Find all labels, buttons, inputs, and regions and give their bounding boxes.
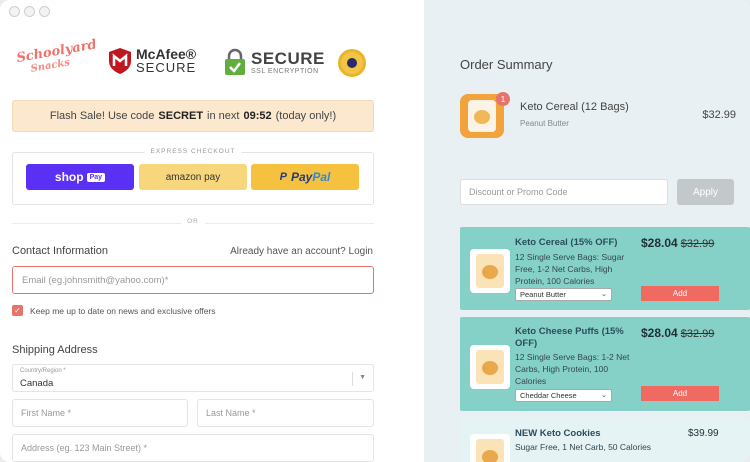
flash-prefix: Flash Sale! Use code xyxy=(49,110,155,122)
order-summary-title: Order Summary xyxy=(460,57,553,72)
newsletter-row: ✓ Keep me up to date on news and exclusi… xyxy=(12,305,216,316)
upsell-description: Sugar Free, 1 Net Carb, 50 Calories xyxy=(515,442,652,452)
upsell-product-image xyxy=(470,249,510,293)
first-name-input[interactable]: First Name * xyxy=(12,399,188,427)
quantity-badge: 1 xyxy=(496,92,510,106)
paypal-button[interactable]: P Pay Pal xyxy=(251,164,359,190)
amazon-pay-text: amazon pay xyxy=(165,171,221,183)
checkout-form-panel: Schoolyard Snacks McAfee® SECURE SECURE … xyxy=(0,0,424,462)
upsell-sale-price: $28.04 xyxy=(641,236,678,250)
mcafee-shield-icon xyxy=(109,48,131,74)
order-summary-panel: Order Summary 1 Keto Cereal (12 Bags) Pe… xyxy=(424,0,750,462)
upsell-sale-price: $28.04 xyxy=(641,326,678,340)
chevron-down-icon: ⌄ xyxy=(601,291,607,298)
select-separator xyxy=(352,372,353,386)
chevron-down-icon: ▼ xyxy=(359,374,366,381)
upsell-price: $28.04 $32.99 xyxy=(641,236,714,250)
express-checkout: EXPRESS CHECKOUT shop Pay amazon pay P P… xyxy=(12,148,374,205)
shop-pay-button[interactable]: shop Pay xyxy=(26,164,134,190)
upsell-add-button[interactable]: Add xyxy=(641,286,719,301)
upsell-variant-value: Cheddar Cheese xyxy=(520,391,577,400)
last-name-input[interactable]: Last Name * xyxy=(197,399,374,427)
browser-window: Schoolyard Snacks McAfee® SECURE SECURE … xyxy=(0,0,750,462)
cart-item-price: $32.99 xyxy=(702,109,736,121)
chevron-down-icon: ⌄ xyxy=(601,392,607,399)
contact-information-title: Contact Information xyxy=(12,245,108,257)
upsell-product-image xyxy=(470,434,510,462)
mcafee-secure-badge: McAfee® SECURE xyxy=(108,47,196,75)
paypal-text-pay: Pay xyxy=(290,170,313,184)
guarantee-seal-icon xyxy=(338,49,366,77)
upsell-card: Keto Cereal (15% OFF) 12 Single Serve Ba… xyxy=(460,227,750,310)
mcafee-secure-text: SECURE xyxy=(136,60,197,75)
upsell-name: NEW Keto Cookies xyxy=(515,428,601,439)
country-select[interactable]: Country/Region * Canada ▼ xyxy=(12,364,374,392)
newsletter-checkbox[interactable]: ✓ xyxy=(12,305,23,316)
cart-item: 1 Keto Cereal (12 Bags) Peanut Butter $3… xyxy=(460,92,736,138)
upsell-variant-value: Peanut Butter xyxy=(520,290,566,299)
upsell-old-price: $32.99 xyxy=(680,328,715,340)
apply-button[interactable]: Apply xyxy=(677,179,734,205)
upsell-name: Keto Cheese Puffs (15% OFF) xyxy=(515,326,624,349)
upsell-price: $39.99 xyxy=(688,428,719,439)
flash-sale-banner: Flash Sale! Use code SECRET in next 09:5… xyxy=(12,100,374,132)
cart-item-name: Keto Cereal (12 Bags) xyxy=(520,101,629,113)
flash-middle: in next xyxy=(207,110,240,122)
country-value: Canada xyxy=(20,378,54,389)
login-link[interactable]: Already have an account? Login xyxy=(230,246,373,257)
secure-text: SECURE xyxy=(251,48,325,68)
upsell-price: $28.04 $32.99 xyxy=(641,326,714,340)
or-text: OR xyxy=(181,218,205,225)
paypal-text-pal: Pal xyxy=(312,170,331,184)
address-input[interactable]: Address (eg. 123 Main Street) * xyxy=(12,434,374,462)
cart-item-variant: Peanut Butter xyxy=(520,119,569,128)
express-checkout-label: EXPRESS CHECKOUT xyxy=(144,148,242,155)
upsell-variant-select[interactable]: Peanut Butter ⌄ xyxy=(515,288,612,301)
ssl-encryption-text: SSL ENCRYPTION xyxy=(251,67,319,75)
maximize-dot[interactable] xyxy=(39,6,50,17)
schoolyard-snacks-logo[interactable]: Schoolyard Snacks xyxy=(15,37,97,86)
upsell-description: 12 Single Serve Bags: Sugar Free, 1-2 Ne… xyxy=(515,252,625,286)
shop-pay-tag: Pay xyxy=(86,172,106,182)
upsell-product-image xyxy=(470,345,510,389)
upsell-old-price: $32.99 xyxy=(680,238,715,250)
flash-suffix: (today only!) xyxy=(275,110,337,122)
lock-check-icon xyxy=(225,48,245,75)
upsell-card: Keto Cheese Puffs (15% OFF) 12 Single Se… xyxy=(460,317,750,411)
close-dot[interactable] xyxy=(9,6,20,17)
email-input[interactable]: Email (eg.johnsmith@yahoo.com)* xyxy=(12,266,374,294)
window-controls xyxy=(9,6,50,17)
paypal-logo-icon: P xyxy=(279,171,287,183)
upsell-name: Keto Cereal (15% OFF) xyxy=(515,237,618,248)
shop-pay-text: shop xyxy=(54,170,84,184)
country-label: Country/Region * xyxy=(20,368,66,374)
upsell-card: NEW Keto Cookies Sugar Free, 1 Net Carb,… xyxy=(460,418,750,462)
ssl-secure-badge: SECURE SSL ENCRYPTION xyxy=(224,48,325,76)
newsletter-label: Keep me up to date on news and exclusive… xyxy=(30,305,216,316)
amazon-pay-button[interactable]: amazon pay xyxy=(139,164,247,190)
upsell-description: 12 Single Serve Bags: 1-2 Net Carbs, Hig… xyxy=(515,352,630,386)
discount-code-input[interactable]: Discount or Promo Code xyxy=(460,179,668,205)
upsell-add-button[interactable]: Add xyxy=(641,386,719,401)
upsell-variant-select[interactable]: Cheddar Cheese ⌄ xyxy=(515,389,612,402)
trust-logos: Schoolyard Snacks McAfee® SECURE SECURE … xyxy=(12,37,374,88)
minimize-dot[interactable] xyxy=(24,6,35,17)
shipping-address-title: Shipping Address xyxy=(12,344,98,356)
countdown-timer: 09:52 xyxy=(243,110,272,122)
or-divider: OR xyxy=(12,218,374,225)
promo-code: SECRET xyxy=(158,110,204,122)
